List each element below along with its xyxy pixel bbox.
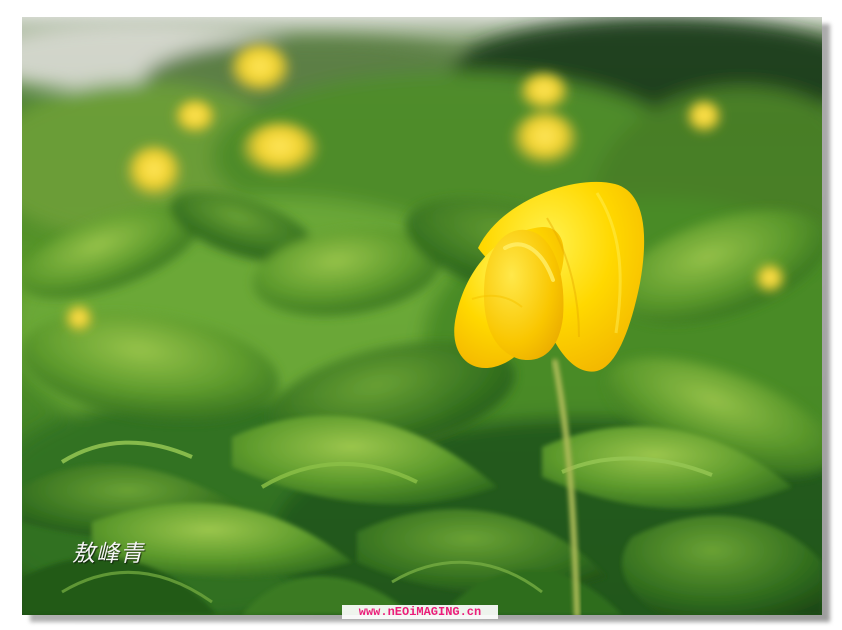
flower-photo [22, 17, 822, 615]
website-watermark: www.nEOiMAGING.cn [342, 605, 498, 619]
photographer-signature: 敖峰青 [72, 541, 144, 567]
photo-frame [22, 17, 822, 615]
image-canvas: 敖峰青 www.nEOiMAGING.cn [0, 0, 842, 630]
